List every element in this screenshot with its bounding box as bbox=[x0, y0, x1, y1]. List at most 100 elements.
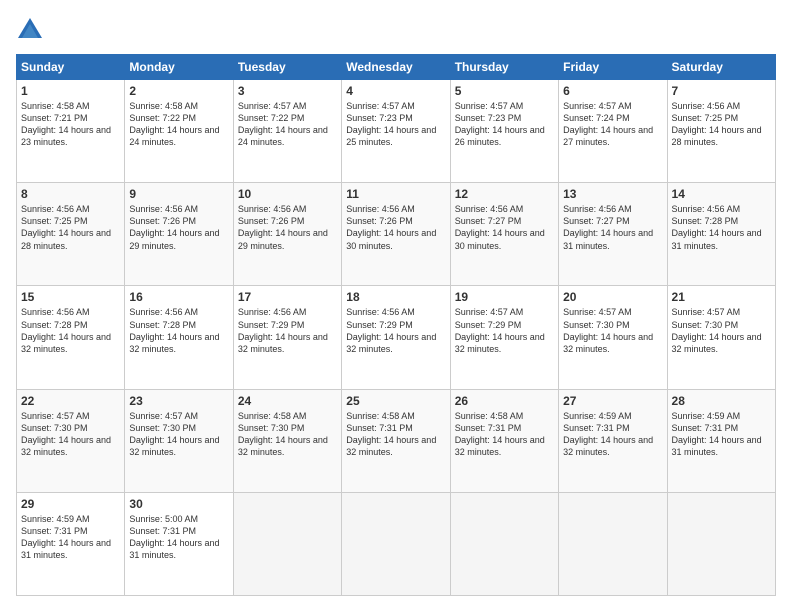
day-cell: 8 Sunrise: 4:56 AMSunset: 7:25 PMDaylight… bbox=[17, 183, 125, 286]
header bbox=[16, 16, 776, 44]
day-number: 27 bbox=[563, 394, 662, 408]
page: SundayMondayTuesdayWednesdayThursdayFrid… bbox=[0, 0, 792, 612]
day-cell: 11Sunrise: 4:56 AMSunset: 7:26 PMDayligh… bbox=[342, 183, 450, 286]
day-info: Sunrise: 4:57 AMSunset: 7:24 PMDaylight:… bbox=[563, 100, 662, 149]
day-cell: 3 Sunrise: 4:57 AMSunset: 7:22 PMDaylight… bbox=[233, 80, 341, 183]
week-row-1: 1 Sunrise: 4:58 AMSunset: 7:21 PMDaylight… bbox=[17, 80, 776, 183]
day-number: 19 bbox=[455, 290, 554, 304]
day-number: 4 bbox=[346, 84, 445, 98]
day-info: Sunrise: 4:57 AMSunset: 7:30 PMDaylight:… bbox=[672, 306, 771, 355]
day-cell: 17 Sunrise: 4:56 AMSunset: 7:29 PMDayligh… bbox=[233, 286, 341, 389]
day-number: 2 bbox=[129, 84, 228, 98]
week-row-2: 8 Sunrise: 4:56 AMSunset: 7:25 PMDaylight… bbox=[17, 183, 776, 286]
week-row-4: 22Sunrise: 4:57 AMSunset: 7:30 PMDayligh… bbox=[17, 389, 776, 492]
day-number: 6 bbox=[563, 84, 662, 98]
day-number: 20 bbox=[563, 290, 662, 304]
day-cell: 14 Sunrise: 4:56 AMSunset: 7:28 PMDayligh… bbox=[667, 183, 775, 286]
day-number: 21 bbox=[672, 290, 771, 304]
day-cell: 15 Sunrise: 4:56 AMSunset: 7:28 PMDayligh… bbox=[17, 286, 125, 389]
logo-icon bbox=[16, 16, 44, 44]
day-info: Sunrise: 4:58 AMSunset: 7:22 PMDaylight:… bbox=[129, 100, 228, 149]
day-number: 25 bbox=[346, 394, 445, 408]
day-info: Sunrise: 4:59 AMSunset: 7:31 PMDaylight:… bbox=[563, 410, 662, 459]
day-cell bbox=[342, 492, 450, 595]
day-info: Sunrise: 4:56 AMSunset: 7:29 PMDaylight:… bbox=[238, 306, 337, 355]
day-info: Sunrise: 4:56 AMSunset: 7:25 PMDaylight:… bbox=[672, 100, 771, 149]
day-info: Sunrise: 4:56 AMSunset: 7:26 PMDaylight:… bbox=[129, 203, 228, 252]
day-cell: 5 Sunrise: 4:57 AMSunset: 7:23 PMDaylight… bbox=[450, 80, 558, 183]
day-cell bbox=[233, 492, 341, 595]
day-info: Sunrise: 4:56 AMSunset: 7:27 PMDaylight:… bbox=[563, 203, 662, 252]
day-info: Sunrise: 4:57 AMSunset: 7:23 PMDaylight:… bbox=[455, 100, 554, 149]
weekday-header-saturday: Saturday bbox=[667, 55, 775, 80]
weekday-header-friday: Friday bbox=[559, 55, 667, 80]
day-number: 1 bbox=[21, 84, 120, 98]
day-number: 7 bbox=[672, 84, 771, 98]
day-info: Sunrise: 4:56 AMSunset: 7:29 PMDaylight:… bbox=[346, 306, 445, 355]
weekday-header-row: SundayMondayTuesdayWednesdayThursdayFrid… bbox=[17, 55, 776, 80]
day-info: Sunrise: 4:59 AMSunset: 7:31 PMDaylight:… bbox=[672, 410, 771, 459]
day-cell: 22Sunrise: 4:57 AMSunset: 7:30 PMDayligh… bbox=[17, 389, 125, 492]
day-cell: 7 Sunrise: 4:56 AMSunset: 7:25 PMDaylight… bbox=[667, 80, 775, 183]
logo bbox=[16, 16, 48, 44]
day-info: Sunrise: 4:56 AMSunset: 7:25 PMDaylight:… bbox=[21, 203, 120, 252]
day-cell: 10 Sunrise: 4:56 AMSunset: 7:26 PMDayligh… bbox=[233, 183, 341, 286]
day-number: 16 bbox=[129, 290, 228, 304]
day-number: 24 bbox=[238, 394, 337, 408]
day-info: Sunrise: 4:57 AMSunset: 7:22 PMDaylight:… bbox=[238, 100, 337, 149]
day-number: 10 bbox=[238, 187, 337, 201]
day-cell: 6 Sunrise: 4:57 AMSunset: 7:24 PMDaylight… bbox=[559, 80, 667, 183]
day-info: Sunrise: 4:57 AMSunset: 7:23 PMDaylight:… bbox=[346, 100, 445, 149]
day-info: Sunrise: 4:58 AMSunset: 7:30 PMDaylight:… bbox=[238, 410, 337, 459]
day-number: 15 bbox=[21, 290, 120, 304]
day-number: 28 bbox=[672, 394, 771, 408]
day-cell: 21 Sunrise: 4:57 AMSunset: 7:30 PMDayligh… bbox=[667, 286, 775, 389]
day-cell: 29 Sunrise: 4:59 AMSunset: 7:31 PMDayligh… bbox=[17, 492, 125, 595]
day-number: 14 bbox=[672, 187, 771, 201]
day-cell: 4 Sunrise: 4:57 AMSunset: 7:23 PMDaylight… bbox=[342, 80, 450, 183]
weekday-header-tuesday: Tuesday bbox=[233, 55, 341, 80]
day-cell: 16 Sunrise: 4:56 AMSunset: 7:28 PMDayligh… bbox=[125, 286, 233, 389]
day-cell bbox=[450, 492, 558, 595]
day-number: 29 bbox=[21, 497, 120, 511]
weekday-header-sunday: Sunday bbox=[17, 55, 125, 80]
day-number: 8 bbox=[21, 187, 120, 201]
day-cell: 20 Sunrise: 4:57 AMSunset: 7:30 PMDayligh… bbox=[559, 286, 667, 389]
day-number: 12 bbox=[455, 187, 554, 201]
day-number: 9 bbox=[129, 187, 228, 201]
day-info: Sunrise: 4:56 AMSunset: 7:28 PMDaylight:… bbox=[129, 306, 228, 355]
day-number: 23 bbox=[129, 394, 228, 408]
day-cell bbox=[667, 492, 775, 595]
day-cell: 24 Sunrise: 4:58 AMSunset: 7:30 PMDayligh… bbox=[233, 389, 341, 492]
day-cell: 25 Sunrise: 4:58 AMSunset: 7:31 PMDayligh… bbox=[342, 389, 450, 492]
calendar-table: SundayMondayTuesdayWednesdayThursdayFrid… bbox=[16, 54, 776, 596]
weekday-header-wednesday: Wednesday bbox=[342, 55, 450, 80]
day-info: Sunrise: 4:56 AMSunset: 7:28 PMDaylight:… bbox=[21, 306, 120, 355]
day-cell: 13Sunrise: 4:56 AMSunset: 7:27 PMDayligh… bbox=[559, 183, 667, 286]
day-cell bbox=[559, 492, 667, 595]
day-cell: 12 Sunrise: 4:56 AMSunset: 7:27 PMDayligh… bbox=[450, 183, 558, 286]
day-info: Sunrise: 4:56 AMSunset: 7:27 PMDaylight:… bbox=[455, 203, 554, 252]
day-number: 11 bbox=[346, 187, 445, 201]
day-info: Sunrise: 4:58 AMSunset: 7:21 PMDaylight:… bbox=[21, 100, 120, 149]
day-info: Sunrise: 4:57 AMSunset: 7:30 PMDaylight:… bbox=[563, 306, 662, 355]
day-info: Sunrise: 5:00 AMSunset: 7:31 PMDaylight:… bbox=[129, 513, 228, 562]
day-info: Sunrise: 4:59 AMSunset: 7:31 PMDaylight:… bbox=[21, 513, 120, 562]
day-number: 5 bbox=[455, 84, 554, 98]
day-number: 17 bbox=[238, 290, 337, 304]
day-cell: 23Sunrise: 4:57 AMSunset: 7:30 PMDayligh… bbox=[125, 389, 233, 492]
weekday-header-thursday: Thursday bbox=[450, 55, 558, 80]
week-row-3: 15 Sunrise: 4:56 AMSunset: 7:28 PMDayligh… bbox=[17, 286, 776, 389]
day-cell: 30 Sunrise: 5:00 AMSunset: 7:31 PMDayligh… bbox=[125, 492, 233, 595]
day-number: 22 bbox=[21, 394, 120, 408]
day-number: 3 bbox=[238, 84, 337, 98]
day-cell: 2 Sunrise: 4:58 AMSunset: 7:22 PMDaylight… bbox=[125, 80, 233, 183]
day-info: Sunrise: 4:56 AMSunset: 7:26 PMDaylight:… bbox=[238, 203, 337, 252]
day-number: 26 bbox=[455, 394, 554, 408]
day-number: 30 bbox=[129, 497, 228, 511]
day-number: 18 bbox=[346, 290, 445, 304]
day-info: Sunrise: 4:56 AMSunset: 7:28 PMDaylight:… bbox=[672, 203, 771, 252]
day-info: Sunrise: 4:58 AMSunset: 7:31 PMDaylight:… bbox=[346, 410, 445, 459]
day-cell: 27 Sunrise: 4:59 AMSunset: 7:31 PMDayligh… bbox=[559, 389, 667, 492]
day-cell: 28 Sunrise: 4:59 AMSunset: 7:31 PMDayligh… bbox=[667, 389, 775, 492]
